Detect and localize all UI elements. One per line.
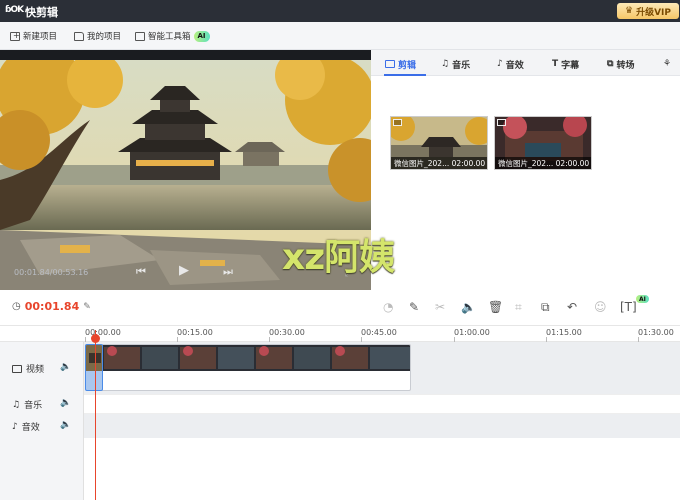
music-icon: ♫ xyxy=(441,59,450,69)
speaker-icon[interactable]: 🔈 xyxy=(60,362,71,372)
ruler-label: 00:30.00 xyxy=(269,328,305,337)
video-track-icon xyxy=(12,364,22,373)
timeline-ruler[interactable]: 00:00.00 00:15.00 00:30.00 00:45.00 01:0… xyxy=(0,326,680,342)
tab-subtitle[interactable]: T 字幕 xyxy=(552,57,579,71)
current-time-display: ◷ 00:01.84 ✎ xyxy=(12,300,91,313)
clip-thumbnail-strip xyxy=(102,345,410,371)
playback-timecode: 00:01.84/00:53.16 xyxy=(14,268,89,277)
edit-time-icon[interactable]: ✎ xyxy=(83,302,91,312)
app-logo: ɓOK xyxy=(5,5,24,15)
tab-sound-effect[interactable]: ♪ 音效 xyxy=(497,57,524,71)
upgrade-vip-label: 升级VIP xyxy=(636,7,671,18)
playhead-line[interactable] xyxy=(95,330,96,500)
playhead-handle[interactable] xyxy=(91,334,100,343)
ruler-label: 00:45.00 xyxy=(361,328,397,337)
music-track-name: 音乐 xyxy=(24,401,43,411)
ruler-label: 00:15.00 xyxy=(177,328,213,337)
transition-icon: ⧉ xyxy=(607,59,614,69)
scissors-icon[interactable]: ✂ xyxy=(435,300,445,314)
tab-edit[interactable]: 剪辑 xyxy=(385,57,416,71)
media-duration: 02:00.00 xyxy=(555,158,590,168)
sound-effect-track-label: ♪ 音效 xyxy=(12,420,40,434)
clock-icon: ◷ xyxy=(12,301,21,312)
speaker-icon[interactable]: 🔈 xyxy=(60,420,71,430)
speed-icon[interactable]: ◔ xyxy=(383,300,393,314)
text-tool-icon[interactable]: [T] xyxy=(620,300,637,314)
tab-music[interactable]: ♫ 音乐 xyxy=(441,57,470,71)
video-clip[interactable] xyxy=(101,344,411,391)
my-projects-label: 我的项目 xyxy=(87,32,122,42)
copy-icon[interactable]: ⧉ xyxy=(541,300,550,315)
image-type-icon xyxy=(497,119,506,126)
toolbox-icon xyxy=(135,31,145,41)
mute-icon[interactable]: 🔈 xyxy=(461,300,476,314)
ruler-label: 01:15.00 xyxy=(546,328,582,337)
pen-icon[interactable]: ✎ xyxy=(409,300,419,314)
video-track-label: 视频 xyxy=(12,362,44,375)
music-track-label: ♫ 音乐 xyxy=(12,398,43,412)
media-caption: 微信图片_202... 02:00.00 xyxy=(391,157,487,169)
selected-clip[interactable] xyxy=(85,344,103,391)
crop-icon[interactable]: ⌗ xyxy=(515,300,522,315)
media-thumbnail[interactable]: 微信图片_202... 02:00.00 xyxy=(494,116,592,170)
image-type-icon xyxy=(393,119,402,126)
tab-music-label: 音乐 xyxy=(452,60,471,71)
folder-icon xyxy=(74,31,84,41)
play-button[interactable]: ▶ xyxy=(179,263,189,278)
tab-transition[interactable]: ⧉ 转场 xyxy=(607,57,634,71)
toolbox-label: 智能工具箱 xyxy=(148,32,191,42)
ruler-label: 01:00.00 xyxy=(454,328,490,337)
watermark-text: xz阿姨 xyxy=(282,237,395,278)
sound-effect-icon: ♪ xyxy=(497,59,503,69)
media-duration: 02:00.00 xyxy=(451,158,486,168)
sound-effect-track-area[interactable] xyxy=(84,414,680,438)
video-icon xyxy=(385,60,395,68)
tab-sound-effect-label: 音效 xyxy=(505,60,524,71)
media-name: 微信图片_202... xyxy=(498,158,554,168)
video-track-name: 视频 xyxy=(26,365,45,375)
new-project-button[interactable]: + 新建项目 xyxy=(10,30,57,42)
timeline-toolbar: ◷ 00:01.84 ✎ ◔ ✎ ✂ 🔈 🗑 ⌗ ⧉ ↶ ☺ [T] AI xyxy=(0,290,680,326)
ai-badge: AI xyxy=(636,295,649,303)
tab-transition-label: 转场 xyxy=(616,60,635,71)
current-time: 00:01.84 xyxy=(24,300,80,313)
main-toolbar: + 新建项目 我的项目 智能工具箱 AI xyxy=(0,22,680,50)
toolbox-button[interactable]: 智能工具箱 AI xyxy=(135,30,210,42)
sticker-tool-icon[interactable]: ☺ xyxy=(594,300,607,314)
panel-tabs: 剪辑 ♫ 音乐 ♪ 音效 T 字幕 ⧉ 转场 ⚘ xyxy=(371,50,680,76)
undo-icon[interactable]: ↶ xyxy=(567,300,577,314)
sound-effect-track-name: 音效 xyxy=(21,423,40,433)
ai-badge: AI xyxy=(193,30,210,42)
ruler-label: 00:00.00 xyxy=(85,328,121,337)
app-title: 快剪辑 xyxy=(25,6,58,19)
title-bar: ɓOK 快剪辑 ♛ 升级VIP xyxy=(0,0,680,22)
tab-more[interactable]: ⚘ xyxy=(663,57,671,71)
tab-edit-label: 剪辑 xyxy=(398,60,417,71)
tab-subtitle-label: 字幕 xyxy=(561,60,580,71)
ruler-label: 01:30.00 xyxy=(638,328,674,337)
media-name: 微信图片_202... xyxy=(394,158,450,168)
previous-frame-button[interactable]: ⏮ xyxy=(136,265,146,279)
sound-effect-track-icon: ♪ xyxy=(12,421,18,432)
music-track-icon: ♫ xyxy=(12,399,21,410)
crown-icon: ♛ xyxy=(625,6,634,16)
media-thumbnail[interactable]: 微信图片_202... 02:00.00 xyxy=(390,116,488,170)
plus-box-icon: + xyxy=(10,31,20,41)
my-projects-button[interactable]: 我的项目 xyxy=(74,30,121,42)
sticker-icon: ⚘ xyxy=(663,59,672,69)
new-project-label: 新建项目 xyxy=(23,32,58,42)
delete-icon[interactable]: 🗑 xyxy=(488,300,503,314)
media-panel: 剪辑 ♫ 音乐 ♪ 音效 T 字幕 ⧉ 转场 ⚘ 微信图片_202... 02:… xyxy=(371,50,680,290)
next-frame-button[interactable]: ⏭ xyxy=(223,265,233,279)
speaker-icon[interactable]: 🔈 xyxy=(60,398,71,408)
upgrade-vip-button[interactable]: ♛ 升级VIP xyxy=(617,3,679,19)
music-track-area[interactable] xyxy=(84,394,680,414)
active-tab-indicator xyxy=(384,74,426,76)
media-caption: 微信图片_202... 02:00.00 xyxy=(495,157,591,169)
text-icon: T xyxy=(552,59,559,69)
